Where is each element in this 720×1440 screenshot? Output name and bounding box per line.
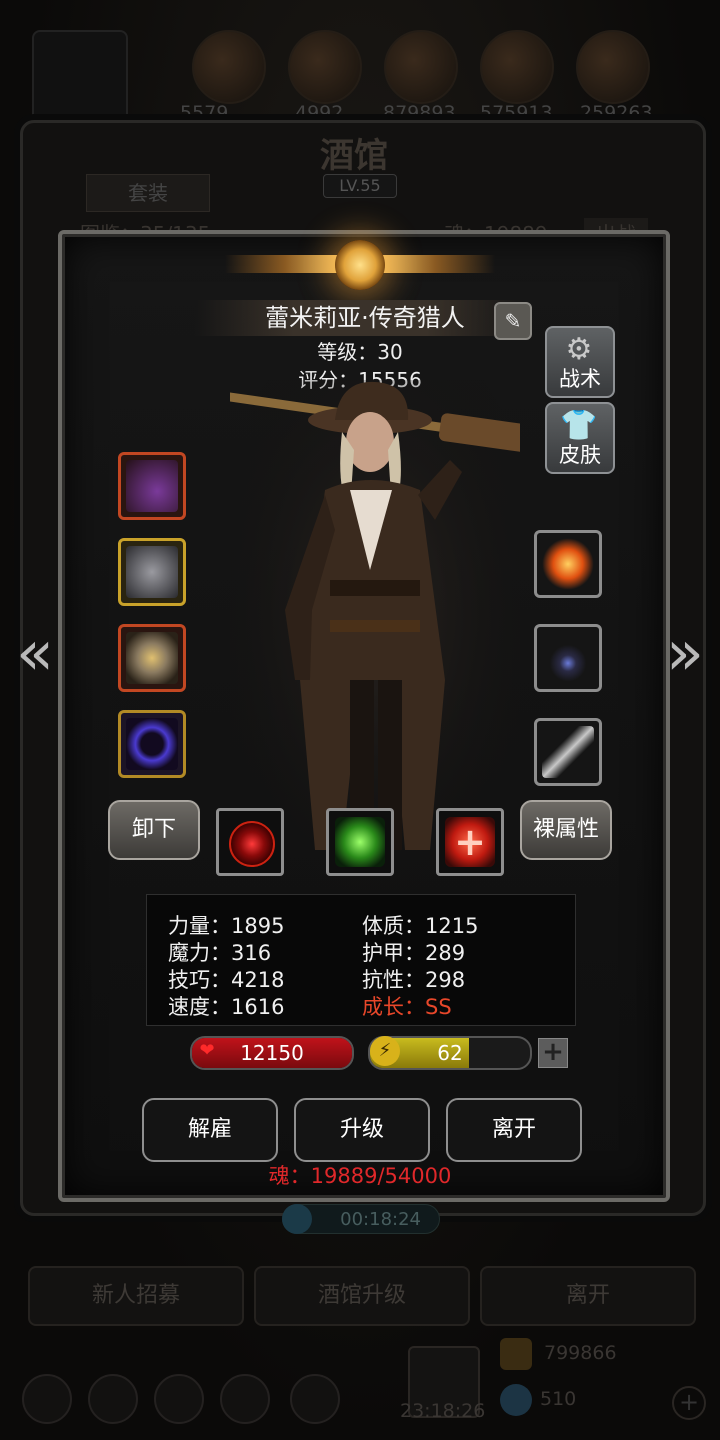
bg-back-button — [32, 30, 128, 122]
skin-label: 皮肤 — [559, 443, 601, 467]
stat-magic: 魔力：316 — [168, 941, 272, 965]
ring-slot[interactable] — [118, 624, 186, 692]
weapon-slot[interactable] — [118, 452, 186, 520]
edit-name-button[interactable]: ✎ — [494, 302, 532, 340]
resource-icon — [576, 30, 650, 104]
menu-icon — [154, 1374, 204, 1424]
stat-resistance: 抗性：298 — [362, 968, 466, 992]
stat-growth: 成长：SS — [362, 995, 452, 1019]
necklace-icon — [542, 632, 594, 684]
clock: 23:18:26 — [400, 1400, 486, 1422]
crest-emblem-icon — [335, 240, 385, 290]
next-hero-arrow-icon[interactable]: » — [660, 618, 710, 688]
bracelet-slot[interactable] — [118, 710, 186, 778]
hero-level: 等级：30 — [317, 340, 403, 364]
lightning-icon: ⚡ — [370, 1036, 400, 1066]
hero-name: 蕾米莉亚·传奇猎人 — [265, 304, 465, 332]
pistol-icon — [126, 460, 178, 512]
upgrade-button[interactable]: 升级 — [294, 1098, 430, 1162]
red-cross-skill-icon: + — [445, 817, 495, 867]
stat-skill: 技巧：4218 — [168, 968, 285, 992]
tactics-label: 战术 — [559, 367, 601, 391]
tavern-level: LV.55 — [323, 174, 397, 198]
menu-icon — [22, 1374, 72, 1424]
armor-slot[interactable] — [118, 538, 186, 606]
add-icon: + — [672, 1386, 706, 1420]
timer-icon — [282, 1204, 312, 1234]
resource-icon — [192, 30, 266, 104]
dismiss-button[interactable]: 解雇 — [142, 1098, 278, 1162]
heart-icon: ❤ — [199, 1040, 215, 1061]
soul-progress: 魂：19889/54000 — [268, 1164, 452, 1188]
skill-slot[interactable]: + — [436, 808, 504, 876]
resource-icon — [480, 30, 554, 104]
chest-armor-icon — [126, 546, 178, 598]
pencil-icon: ✎ — [504, 309, 522, 333]
red-target-skill-icon — [229, 821, 275, 867]
ring-icon — [126, 632, 178, 684]
skill-slot[interactable] — [216, 808, 284, 876]
stat-speed: 速度：1616 — [168, 995, 285, 1019]
green-skull-skill-icon — [335, 817, 385, 867]
resource-icon — [384, 30, 458, 104]
skill-slot[interactable] — [326, 808, 394, 876]
gold-amount: 799866 — [544, 1342, 617, 1364]
dagger-icon — [542, 726, 594, 778]
gem-amount: 510 — [540, 1388, 577, 1410]
bg-upgrade-tavern-button: 酒馆升级 — [254, 1266, 470, 1326]
orb-slot[interactable] — [534, 530, 602, 598]
gold-icon — [500, 1338, 532, 1370]
skin-button[interactable]: 👕 皮肤 — [545, 402, 615, 474]
stat-strength: 力量：1895 — [168, 914, 285, 938]
screen-title: 酒馆 — [320, 136, 388, 176]
stat-armor: 护甲：289 — [362, 941, 466, 965]
unequip-button[interactable]: 卸下 — [108, 800, 200, 860]
bg-leave-button: 离开 — [480, 1266, 696, 1326]
add-energy-button[interactable]: + — [538, 1038, 568, 1068]
crest-wing-left — [225, 255, 345, 273]
menu-icon — [88, 1374, 138, 1424]
stat-constitution: 体质：1215 — [362, 914, 479, 938]
gem-icon — [500, 1384, 532, 1416]
bracelet-icon — [126, 718, 178, 770]
menu-icon — [290, 1374, 340, 1424]
set-tab: 套装 — [86, 174, 210, 212]
leave-button[interactable]: 离开 — [446, 1098, 582, 1162]
naked-stats-button[interactable]: 裸属性 — [520, 800, 612, 860]
necklace-slot[interactable] — [534, 624, 602, 692]
dagger-slot[interactable] — [534, 718, 602, 786]
crest-wing-right — [375, 255, 495, 273]
tactics-button[interactable]: ⚙ 战术 — [545, 326, 615, 398]
fire-orb-icon — [542, 538, 594, 590]
resource-icon — [288, 30, 362, 104]
menu-icon — [220, 1374, 270, 1424]
bg-recruit-button: 新人招募 — [28, 1266, 244, 1326]
prev-hero-arrow-icon[interactable]: « — [10, 618, 60, 688]
